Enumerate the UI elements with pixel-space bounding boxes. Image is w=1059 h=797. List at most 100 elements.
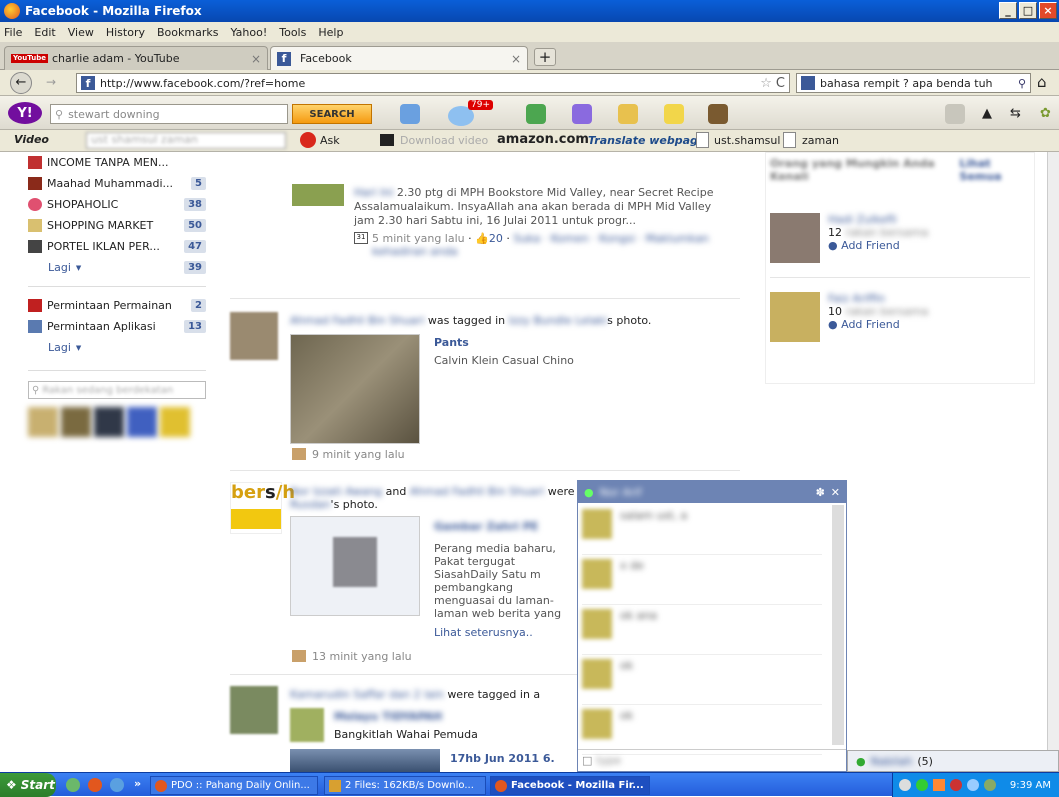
post-thumbnail[interactable] xyxy=(292,184,344,206)
tab-close-icon[interactable]: × xyxy=(511,52,521,66)
taskbar-item-facebook[interactable]: Facebook - Mozilla Fir... xyxy=(490,776,650,795)
chat-bar[interactable]: ● Nabilah (5) xyxy=(847,750,1059,772)
tray-icon[interactable] xyxy=(983,779,996,791)
sidebar-item[interactable]: PORTEL IKLAN PER... 47 xyxy=(28,236,206,257)
page-scrollbar[interactable] xyxy=(1047,152,1059,772)
video-label[interactable]: Video xyxy=(14,133,49,146)
sidebar-item[interactable]: SHOPPING MARKET 50 xyxy=(28,215,206,236)
avatar[interactable] xyxy=(770,213,820,263)
addon-icon[interactable]: ✿ xyxy=(1040,106,1051,121)
reload-button[interactable]: C xyxy=(776,76,785,91)
finance-icon[interactable] xyxy=(526,104,546,124)
firefox-quicklaunch-icon[interactable] xyxy=(88,778,102,792)
ebay-icon[interactable] xyxy=(664,104,684,124)
quicklaunch-icon[interactable] xyxy=(66,778,80,792)
post-time[interactable]: 13 minit yang lalu xyxy=(312,650,412,663)
menu-help[interactable]: Help xyxy=(318,26,343,39)
post-time[interactable]: 5 minit yang lalu xyxy=(372,232,465,245)
url-bar[interactable]: f http://www.facebook.com/?ref=home ☆ C xyxy=(76,73,790,93)
new-tab-button[interactable]: + xyxy=(534,48,556,66)
article-title[interactable]: Gambar Zahri PE xyxy=(434,520,538,533)
see-all-link[interactable]: Lihat Semua xyxy=(959,157,1030,183)
event-date[interactable]: 17hb Jun 2011 6. xyxy=(450,752,555,765)
chat-scrollbar[interactable] xyxy=(832,505,844,745)
translate-link[interactable]: Translate webpage xyxy=(588,134,705,147)
avatar[interactable] xyxy=(160,407,190,437)
author-link[interactable]: Kamarudin Saffar xyxy=(290,688,386,701)
sidebar-item[interactable]: Permintaan Permainan 2 xyxy=(28,295,206,316)
avatar[interactable] xyxy=(127,407,157,437)
taskbar-item-pdo[interactable]: PDO :: Pahang Daily Onlin... xyxy=(150,776,318,795)
close-button[interactable]: × xyxy=(1039,2,1057,19)
minimize-button[interactable]: _ xyxy=(999,2,1017,19)
menu-view[interactable]: View xyxy=(68,26,94,39)
ie-quicklaunch-icon[interactable] xyxy=(110,778,124,792)
video-select[interactable]: ust shamsul zaman xyxy=(86,132,286,149)
sidebar-item[interactable]: Permintaan Aplikasi 13 xyxy=(28,316,206,337)
search-engine-icon[interactable] xyxy=(801,76,815,90)
menu-bookmarks[interactable]: Bookmarks xyxy=(157,26,218,39)
chat-settings-icon[interactable]: ✽ xyxy=(816,486,825,499)
home-button[interactable]: ⌂ xyxy=(1037,73,1047,91)
suggestion-name[interactable]: Faiz Ariffin xyxy=(828,292,928,305)
flickr-icon[interactable] xyxy=(572,104,592,124)
back-button[interactable]: ← xyxy=(10,72,32,94)
author-link[interactable]: Nor Izzati Awang xyxy=(290,485,382,498)
sidebar-more[interactable]: Lagi ▼ 39 xyxy=(28,257,206,278)
yahoo-search-button[interactable]: SEARCH xyxy=(292,104,372,124)
photo-title[interactable]: Pants xyxy=(434,336,469,349)
owner-link[interactable]: Izzy Bundle Lelaki xyxy=(509,314,608,327)
sidebar-item[interactable]: SHOPAHOLIC 38 xyxy=(28,194,206,215)
bookmark-zaman[interactable]: zaman xyxy=(802,134,839,147)
sidebar-item[interactable]: INCOME TANPA MEN... xyxy=(28,152,206,173)
chat-partner-name[interactable]: Nor Arif xyxy=(600,486,642,499)
owner-link[interactable]: Rusdan xyxy=(290,498,331,511)
amazon-icon[interactable] xyxy=(708,104,728,124)
tab-close-icon[interactable]: × xyxy=(251,52,261,66)
sidebar-more[interactable]: Lagi ▼ xyxy=(28,337,206,358)
photo-pants[interactable] xyxy=(290,334,420,444)
article-thumbnail[interactable] xyxy=(290,516,420,616)
download-video-link[interactable]: Download video xyxy=(400,134,488,147)
yahoo-logo-icon[interactable]: Y! xyxy=(8,102,42,124)
games-icon[interactable] xyxy=(618,104,638,124)
menu-history[interactable]: History xyxy=(106,26,145,39)
avatar[interactable] xyxy=(28,407,58,437)
avatar[interactable] xyxy=(770,292,820,342)
suggestion-name[interactable]: Hadi Zulkefli xyxy=(828,213,928,226)
chat-close-icon[interactable]: ✕ xyxy=(831,486,840,499)
tray-icon[interactable] xyxy=(915,779,928,791)
toolbar-settings-icon[interactable] xyxy=(945,104,965,124)
author-link[interactable]: Hari Ini xyxy=(354,186,393,199)
menu-tools[interactable]: Tools xyxy=(279,26,306,39)
search-bar[interactable]: bahasa rempit ? apa benda tuh ⚲ xyxy=(796,73,1031,93)
avatar[interactable] xyxy=(61,407,91,437)
avatar[interactable] xyxy=(94,407,124,437)
see-more-link[interactable]: Lihat seterusnya.. xyxy=(434,626,533,639)
author-link[interactable]: Ahmad Fadhli Bin Shuari xyxy=(410,485,544,498)
sync-icon[interactable]: ⇆ xyxy=(1010,106,1021,121)
post-time[interactable]: 9 minit yang lalu xyxy=(312,448,405,461)
menu-edit[interactable]: Edit xyxy=(34,26,55,39)
search-magnifier-icon[interactable]: ⚲ xyxy=(1018,77,1026,90)
avatar[interactable] xyxy=(230,312,278,360)
yahoo-search-input[interactable]: ⚲ stewart downing xyxy=(50,104,288,124)
bersih-logo[interactable]: bers/h xyxy=(230,482,295,534)
avatar[interactable] xyxy=(230,686,278,734)
tray-icon[interactable] xyxy=(949,779,962,791)
author-link[interactable]: dan 2 lain xyxy=(389,688,444,701)
chat-input[interactable]: □ type xyxy=(578,749,846,771)
tray-icon[interactable] xyxy=(932,779,945,791)
ask-link[interactable]: Ask xyxy=(320,134,340,147)
menu-file[interactable]: File xyxy=(4,26,22,39)
photo-thumbnail[interactable] xyxy=(290,708,324,742)
start-button[interactable]: ❖ Start xyxy=(0,772,56,797)
tray-icon[interactable] xyxy=(898,779,911,791)
author-link[interactable]: Ahmad Fadhli Bin Shuari xyxy=(290,314,424,327)
like-icon[interactable]: 👍 xyxy=(475,232,489,245)
quicklaunch-more-icon[interactable]: » xyxy=(134,777,141,790)
taskbar-item-downloads[interactable]: 2 Files: 162KB/s Downlo... xyxy=(324,776,486,795)
event-photo[interactable] xyxy=(290,749,440,772)
alert-bell-icon[interactable]: ▲ xyxy=(982,106,992,121)
friends-nearby-input[interactable]: ⚲ Rakan sedang berdekatan xyxy=(28,381,206,399)
